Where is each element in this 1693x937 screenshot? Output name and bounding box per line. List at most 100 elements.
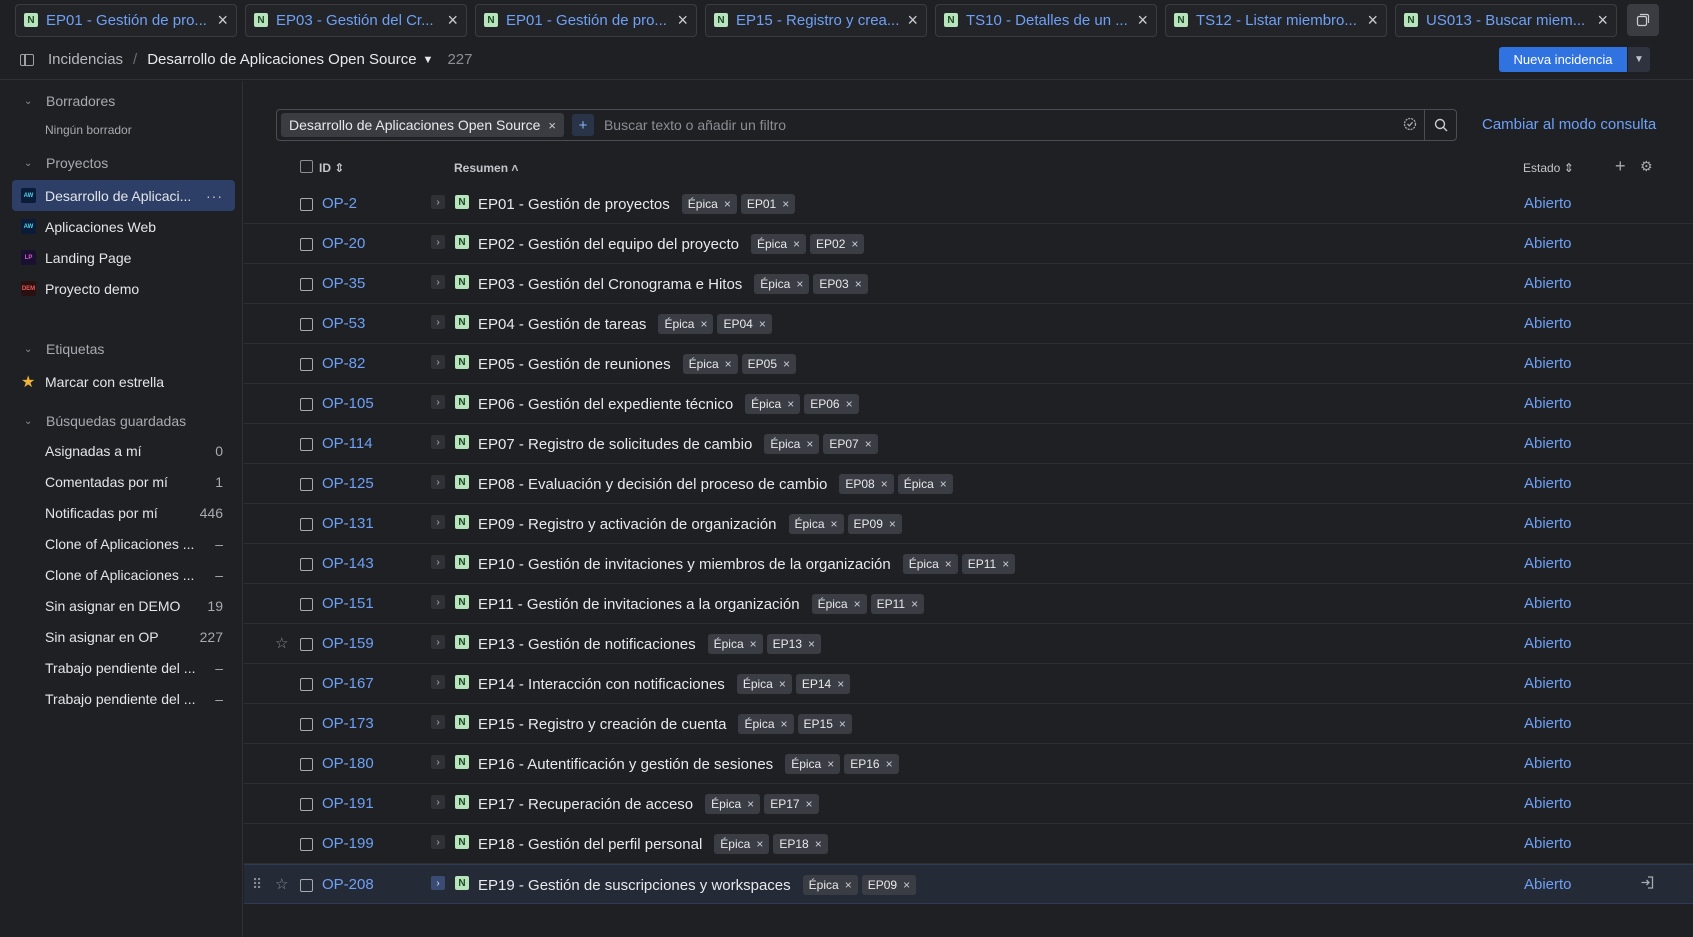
status-link[interactable]: Abierto [1524,475,1572,492]
close-icon[interactable]: × [846,397,853,411]
sidebar-item-saved-search[interactable]: Clone of Aplicaciones ... – [12,528,235,559]
label-tag[interactable]: Épica × [658,314,714,334]
chevron-right-icon[interactable]: › [431,275,445,289]
issue-id-link[interactable]: OP-180 [322,755,374,772]
check-badge-icon[interactable] [1396,117,1424,134]
label-tag[interactable]: EP04 × [717,314,772,334]
table-row[interactable]: OP-173 › N EP15 - Registro y creación de cu… [244,704,1693,744]
close-icon[interactable]: × [787,397,794,411]
status-link[interactable]: Abierto [1524,755,1572,772]
sidebar-item-saved-search[interactable]: Sin asignar en OP 227 [12,621,235,652]
label-tag[interactable]: EP03 × [813,274,868,294]
chevron-right-icon[interactable]: › [431,755,445,769]
table-row[interactable]: OP-105 › N EP06 - Gestión del expediente té… [244,384,1693,424]
row-checkbox[interactable] [300,678,313,691]
table-row[interactable]: ☆ OP-159 › N EP13 - Gestión de notificacione… [244,624,1693,664]
sidebar-item-saved-search[interactable]: Trabajo pendiente del ... – [12,652,235,683]
table-row[interactable]: OP-82 › N EP05 - Gestión de reuniones Épica ×… [244,344,1693,384]
tab-4[interactable]: N EP15 - Registro y crea... × [705,3,927,37]
close-icon[interactable]: × [447,10,458,31]
issue-id-link[interactable]: OP-20 [322,235,365,252]
close-icon[interactable]: × [851,237,858,251]
chevron-down-icon[interactable]: ▼ [423,54,434,66]
label-tag[interactable]: EP09 × [861,875,917,895]
label-tag[interactable]: Épica × [682,354,738,374]
star-outline-icon[interactable]: ☆ [275,634,288,652]
close-icon[interactable]: × [881,477,888,491]
label-tag[interactable]: Épica × [681,194,737,214]
issue-summary-text[interactable]: EP07 - Registro de solicitudes de cambio [478,436,752,453]
close-icon[interactable]: × [756,837,763,851]
close-icon[interactable]: × [782,197,789,211]
issue-id-link[interactable]: OP-125 [322,475,374,492]
row-checkbox[interactable] [300,598,313,611]
issue-id-link[interactable]: OP-151 [322,595,374,612]
label-tag[interactable]: Épica × [754,274,810,294]
open-details-icon[interactable] [1640,875,1655,894]
label-tag[interactable]: Épica × [707,634,763,654]
table-row[interactable]: ⠿ ☆ OP-208 › N EP19 - Gestión de suscripcione… [244,864,1693,904]
row-checkbox[interactable] [300,278,313,291]
saved-searches-heading[interactable]: ⌄ Búsquedas guardadas [24,411,186,431]
table-row[interactable]: OP-53 › N EP04 - Gestión de tareas Épica × EP0… [244,304,1693,344]
table-row[interactable]: OP-131 › N EP09 - Registro y activación de … [244,504,1693,544]
chevron-right-icon[interactable]: › [431,355,445,369]
issue-id-link[interactable]: OP-143 [322,555,374,572]
gear-icon[interactable]: ⚙ [1640,158,1653,175]
issue-summary-text[interactable]: EP05 - Gestión de reuniones [478,356,671,373]
close-icon[interactable]: × [759,317,766,331]
chevron-right-icon[interactable]: › [431,515,445,529]
label-tag[interactable]: Épica × [802,875,858,895]
row-checkbox[interactable] [300,758,313,771]
close-icon[interactable]: × [806,437,813,451]
status-link[interactable]: Abierto [1524,195,1572,212]
chevron-right-icon[interactable]: › [431,635,445,649]
sidebar-item-saved-search[interactable]: Sin asignar en DEMO 19 [12,590,235,621]
sidebar-item-saved-search[interactable]: Comentadas por mí 1 [12,466,235,497]
close-icon[interactable]: × [815,837,822,851]
tab-2[interactable]: N EP03 - Gestión del Cr... × [245,3,467,37]
status-link[interactable]: Abierto [1524,715,1572,732]
issue-summary-text[interactable]: EP13 - Gestión de notificaciones [478,636,696,653]
close-icon[interactable]: × [724,197,731,211]
issue-summary-text[interactable]: EP18 - Gestión del perfil personal [478,836,702,853]
drag-handle-icon[interactable]: ⠿ [252,876,262,893]
sidebar-item-project[interactable]: AW Desarrollo de Aplicaci... ··· [12,180,235,211]
row-checkbox[interactable] [300,638,313,651]
breadcrumb-root[interactable]: Incidencias [48,51,123,68]
sidebar-item-starred[interactable]: ★ Marcar con estrella [12,366,235,397]
issue-summary-text[interactable]: EP19 - Gestión de suscripciones y worksp… [478,877,791,894]
chevron-right-icon[interactable]: › [431,876,445,890]
tab-7[interactable]: N US013 - Buscar miem... × [1395,3,1617,37]
label-tag[interactable]: Épica × [811,594,867,614]
label-tag[interactable]: Épica × [736,674,792,694]
issue-id-link[interactable]: OP-159 [322,635,374,652]
table-row[interactable]: OP-35 › N EP03 - Gestión del Cronograma e H… [244,264,1693,304]
table-row[interactable]: OP-125 › N EP08 - Evaluación y decisión del… [244,464,1693,504]
issue-summary-text[interactable]: EP06 - Gestión del expediente técnico [478,396,733,413]
close-icon[interactable]: × [1002,557,1009,571]
table-row[interactable]: OP-199 › N EP18 - Gestión del perfil person… [244,824,1693,864]
close-icon[interactable]: × [779,677,786,691]
row-checkbox[interactable] [300,718,313,731]
chevron-right-icon[interactable]: › [431,835,445,849]
label-tag[interactable]: EP11 × [870,594,925,614]
close-icon[interactable]: × [911,597,918,611]
row-checkbox[interactable] [300,558,313,571]
close-icon[interactable]: × [945,557,952,571]
close-icon[interactable]: × [1137,10,1148,31]
sidebar-item-saved-search[interactable]: Asignadas a mí 0 [12,435,235,466]
sidebar-item-saved-search[interactable]: Notificadas por mí 446 [12,497,235,528]
close-icon[interactable]: × [854,597,861,611]
issue-summary-text[interactable]: EP02 - Gestión del equipo del proyecto [478,236,739,253]
chevron-right-icon[interactable]: › [431,595,445,609]
label-tag[interactable]: EP15 × [797,714,852,734]
column-header-id[interactable]: ID ⇕ [319,161,344,175]
labels-heading[interactable]: ⌄ Etiquetas [24,339,104,359]
tab-6[interactable]: N TS12 - Listar miembro... × [1165,3,1387,37]
sidebar-item-project[interactable]: DEM Proyecto demo [12,273,235,304]
label-tag[interactable]: EP11 × [961,554,1016,574]
chevron-right-icon[interactable]: › [431,475,445,489]
label-tag[interactable]: EP08 × [839,474,894,494]
close-icon[interactable]: × [793,237,800,251]
